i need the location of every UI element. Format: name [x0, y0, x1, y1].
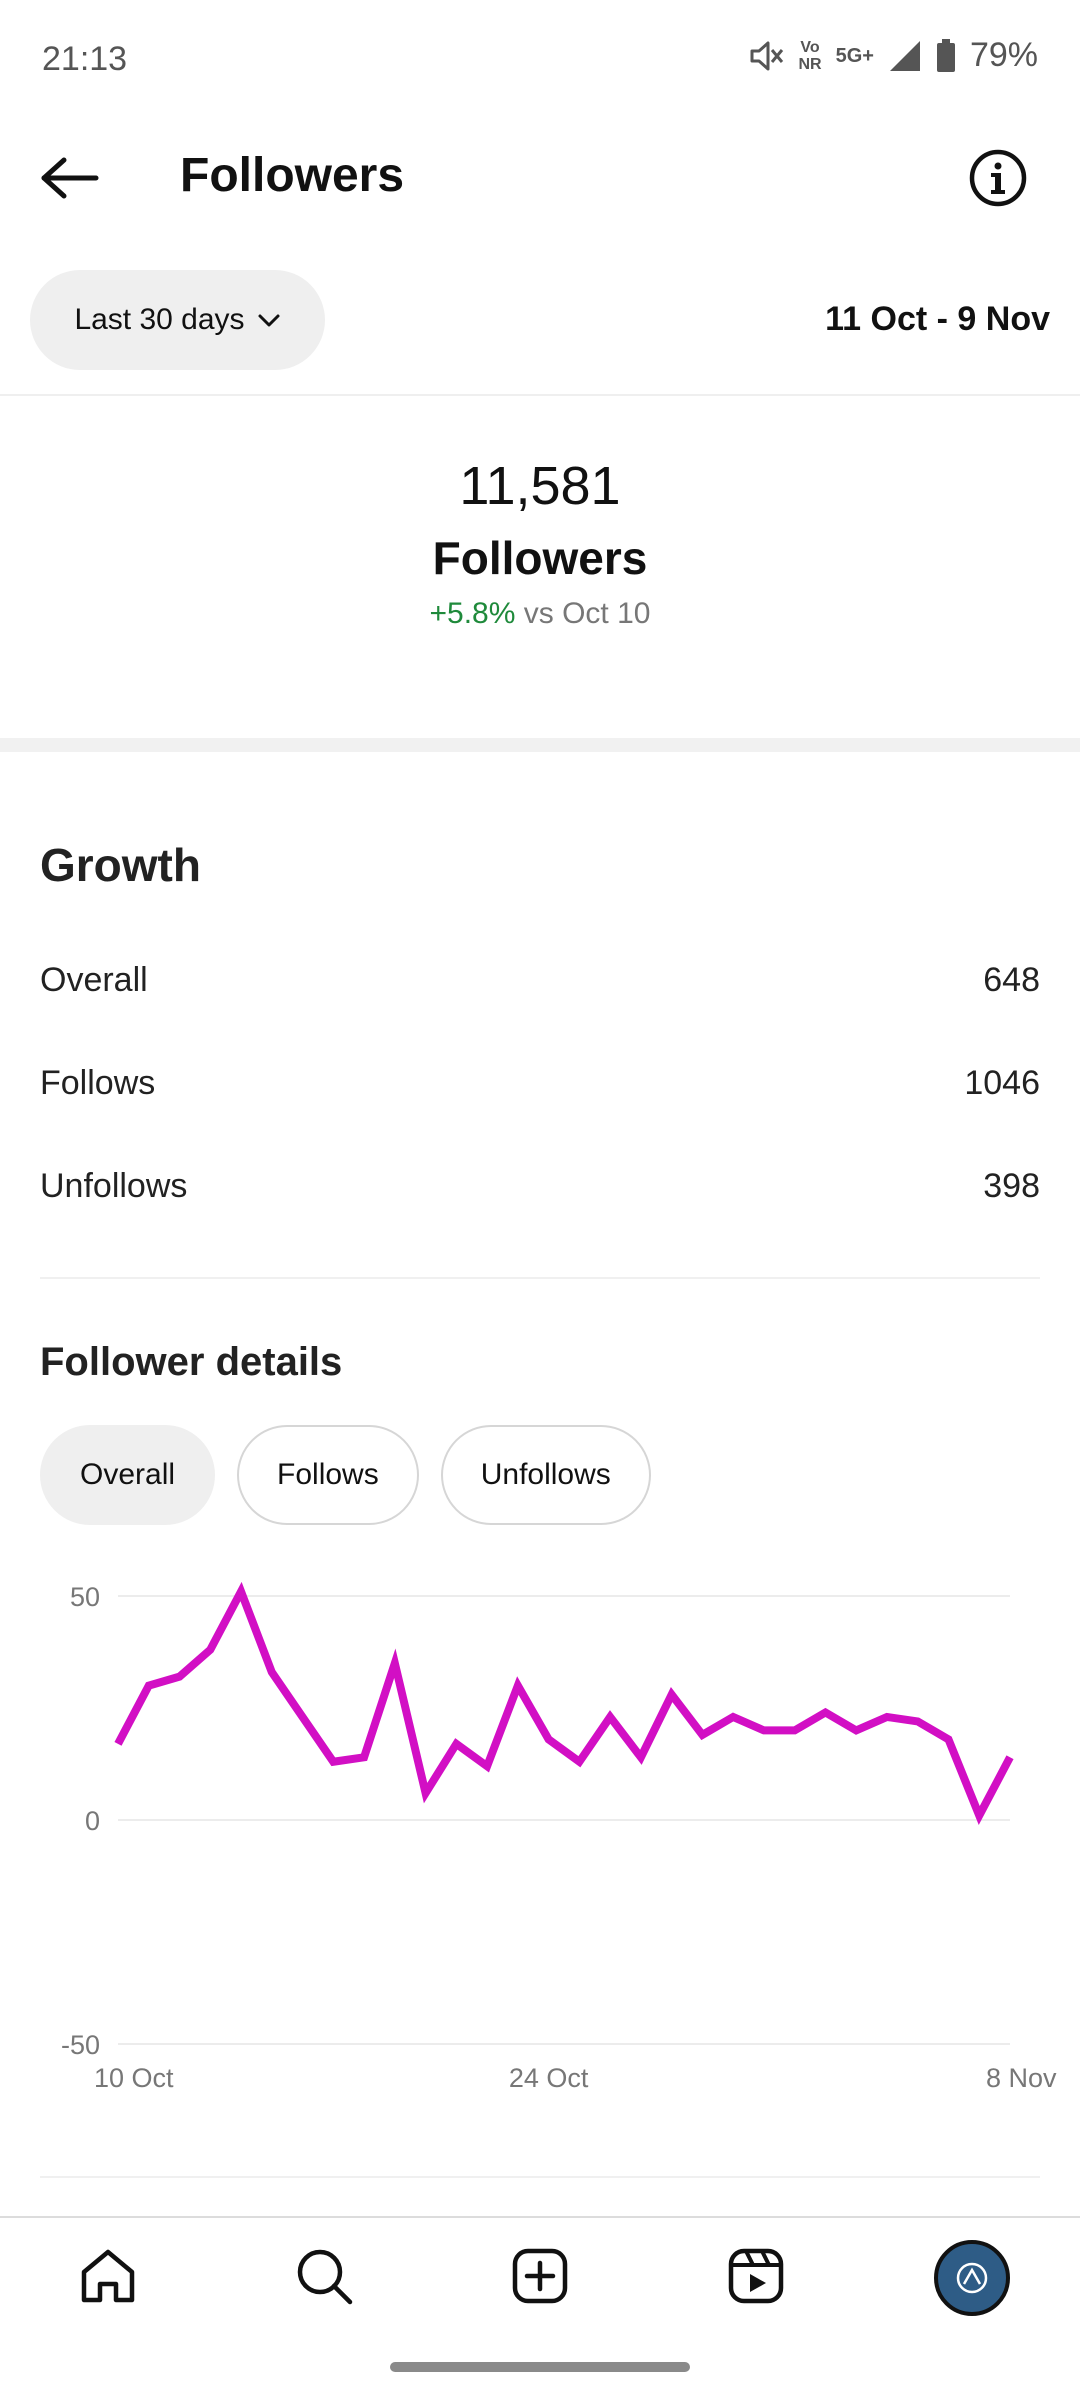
date-range-dropdown[interactable]: Last 30 days [30, 270, 325, 370]
x-tick-label: 10 Oct [94, 2063, 174, 2093]
date-range-text: 11 Oct - 9 Nov [825, 300, 1050, 338]
section-divider [0, 738, 1080, 752]
home-indicator [390, 2362, 690, 2372]
page-title: Followers [180, 149, 405, 202]
followers-count: 11,581 [459, 456, 621, 516]
growth-row-value: 1046 [964, 1063, 1040, 1102]
app-header: Followers [0, 120, 1080, 240]
growth-row-label: Unfollows [40, 1166, 188, 1205]
nav-profile[interactable] [927, 2233, 1017, 2323]
nav-reels[interactable] [711, 2233, 801, 2323]
growth-title: Growth [40, 839, 201, 891]
growth-row-value: 648 [983, 960, 1040, 999]
y-tick-label: 0 [85, 1806, 100, 1836]
chevron-down-icon [257, 303, 281, 337]
search-icon [294, 2246, 354, 2311]
details-tabs: Overall Follows Unfollows [40, 1425, 651, 1525]
divider [0, 394, 1080, 396]
bottom-nav [0, 2218, 1080, 2338]
growth-row-overall: Overall 648 [40, 950, 1040, 1010]
change-percent: +5.8% [429, 597, 516, 630]
reels-icon [726, 2246, 786, 2311]
signal-icon [888, 39, 922, 73]
follower-details-title: Follower details [40, 1340, 343, 1384]
growth-row-label: Follows [40, 1063, 156, 1102]
followers-summary: 11,581 Followers +5.8% vs Oct 10 [0, 455, 1080, 631]
growth-row-label: Overall [40, 960, 148, 999]
tab-overall[interactable]: Overall [40, 1425, 216, 1525]
back-button[interactable] [30, 140, 110, 220]
info-icon [968, 148, 1028, 213]
growth-row-follows: Follows 1046 [40, 1053, 1040, 1113]
battery-percent: 79% [969, 36, 1038, 74]
x-tick-label: 8 Nov [986, 2063, 1057, 2093]
back-arrow-icon [40, 156, 100, 205]
range-label: Last 30 days [74, 303, 245, 336]
status-time: 21:13 [42, 40, 128, 78]
network-5g-indicator: 5G+ [835, 44, 874, 67]
mute-icon [748, 39, 784, 73]
home-icon [78, 2246, 138, 2311]
divider [40, 2176, 1040, 2178]
status-bar: 21:13 Vo NR 5G+ 79% [0, 0, 1080, 120]
profile-avatar [934, 2240, 1010, 2316]
y-tick-label: 50 [70, 1582, 100, 1612]
create-icon [510, 2246, 570, 2311]
change-comparison: vs Oct 10 [523, 597, 651, 630]
tab-unfollows[interactable]: Unfollows [440, 1425, 651, 1525]
growth-row-value: 398 [983, 1166, 1040, 1205]
growth-row-unfollows: Unfollows 398 [40, 1156, 1040, 1216]
nav-search[interactable] [279, 2233, 369, 2323]
status-icons: Vo NR 5G+ 79% [748, 36, 1038, 75]
divider [40, 1277, 1040, 1279]
battery-icon [936, 38, 956, 73]
follower-chart-svg: 50 0 -5010 Oct 24 Oct 8 Nov [61, 1581, 1057, 2093]
followers-change: +5.8% vs Oct 10 [0, 597, 1080, 631]
series-line-overall [114, 1581, 1014, 1826]
follower-chart: 50 0 -50 10 Oct 24 Oct 8 Nov [0, 1560, 1080, 2120]
info-button[interactable] [958, 140, 1038, 220]
y-tick-label: -50 [61, 2030, 100, 2060]
volte-indicator: Vo NR [798, 38, 822, 73]
nav-create[interactable] [495, 2233, 585, 2323]
followers-label: Followers [432, 532, 648, 584]
tab-follows[interactable]: Follows [237, 1425, 419, 1525]
x-tick-label: 24 Oct [509, 2063, 589, 2093]
nav-home[interactable] [63, 2233, 153, 2323]
